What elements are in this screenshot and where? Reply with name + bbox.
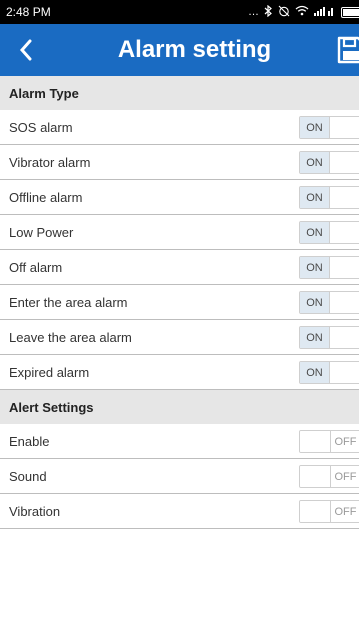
save-button[interactable] bbox=[337, 36, 359, 64]
status-time: 2:48 PM bbox=[6, 5, 51, 19]
toggle-state-label: OFF bbox=[330, 501, 359, 522]
toggle-switch[interactable]: ON bbox=[299, 291, 359, 314]
alarm-type-row: Enter the area alarm ON bbox=[0, 285, 359, 320]
toggle-switch[interactable]: ON bbox=[299, 116, 359, 139]
toggle-switch[interactable]: ON bbox=[299, 221, 359, 244]
status-bar: 2:48 PM … bbox=[0, 0, 359, 24]
battery-icon bbox=[341, 6, 359, 18]
more-dots-icon: … bbox=[248, 6, 259, 18]
toggle-state-label: ON bbox=[300, 292, 330, 313]
toggle-knob bbox=[329, 257, 359, 278]
alarm-type-row: Offline alarm ON bbox=[0, 180, 359, 215]
alarm-type-row: Vibrator alarm ON bbox=[0, 145, 359, 180]
alarm-type-list: SOS alarm ON Vibrator alarm ON Offline alarm… bbox=[0, 110, 359, 390]
chevron-left-icon bbox=[19, 39, 32, 61]
wifi-icon bbox=[295, 5, 309, 19]
alarm-type-row: Off alarm ON bbox=[0, 250, 359, 285]
toggle-switch[interactable]: OFF bbox=[299, 465, 359, 488]
toggle-state-label: ON bbox=[300, 257, 330, 278]
toggle-knob bbox=[329, 117, 359, 138]
toggle-knob bbox=[300, 466, 331, 487]
toggle-knob bbox=[329, 187, 359, 208]
toggle-knob bbox=[329, 292, 359, 313]
alert-settings-list: Enable OFF Sound OFF Vibration OFF bbox=[0, 424, 359, 529]
toggle-knob bbox=[329, 222, 359, 243]
toggle-switch[interactable]: ON bbox=[299, 256, 359, 279]
signal-icon bbox=[314, 5, 336, 19]
alarm-type-row: SOS alarm ON bbox=[0, 110, 359, 145]
alert-setting-row: Sound OFF bbox=[0, 459, 359, 494]
bluetooth-icon bbox=[264, 4, 273, 20]
toggle-state-label: ON bbox=[300, 152, 330, 173]
alert-setting-row: Vibration OFF bbox=[0, 494, 359, 529]
app-bar: Alarm setting bbox=[0, 24, 359, 76]
alarm-type-row: Low Power ON bbox=[0, 215, 359, 250]
alarm-type-row: Expired alarm ON bbox=[0, 355, 359, 390]
toggle-knob bbox=[329, 152, 359, 173]
status-icons: … bbox=[248, 0, 359, 24]
alert-setting-row: Enable OFF bbox=[0, 424, 359, 459]
toggle-state-label: OFF bbox=[330, 466, 359, 487]
toggle-knob bbox=[300, 501, 331, 522]
toggle-knob bbox=[329, 327, 359, 348]
toggle-state-label: OFF bbox=[330, 431, 359, 452]
alarm-off-icon bbox=[278, 5, 290, 20]
section-header-alert-settings: Alert Settings bbox=[0, 390, 359, 424]
toggle-switch[interactable]: ON bbox=[299, 361, 359, 384]
alarm-type-row: Leave the area alarm ON bbox=[0, 320, 359, 355]
section-header-alarm-type: Alarm Type bbox=[0, 76, 359, 110]
toggle-knob bbox=[329, 362, 359, 383]
save-icon bbox=[337, 36, 359, 64]
toggle-switch[interactable]: ON bbox=[299, 186, 359, 209]
toggle-state-label: ON bbox=[300, 327, 330, 348]
back-button[interactable] bbox=[8, 32, 44, 68]
toggle-knob bbox=[300, 431, 331, 452]
toggle-switch[interactable]: OFF bbox=[299, 430, 359, 453]
toggle-switch[interactable]: ON bbox=[299, 151, 359, 174]
toggle-state-label: ON bbox=[300, 117, 330, 138]
toggle-switch[interactable]: OFF bbox=[299, 500, 359, 523]
toggle-state-label: ON bbox=[300, 362, 330, 383]
toggle-state-label: ON bbox=[300, 222, 330, 243]
page-title: Alarm setting bbox=[117, 36, 272, 63]
toggle-state-label: ON bbox=[300, 187, 330, 208]
toggle-switch[interactable]: ON bbox=[299, 326, 359, 349]
